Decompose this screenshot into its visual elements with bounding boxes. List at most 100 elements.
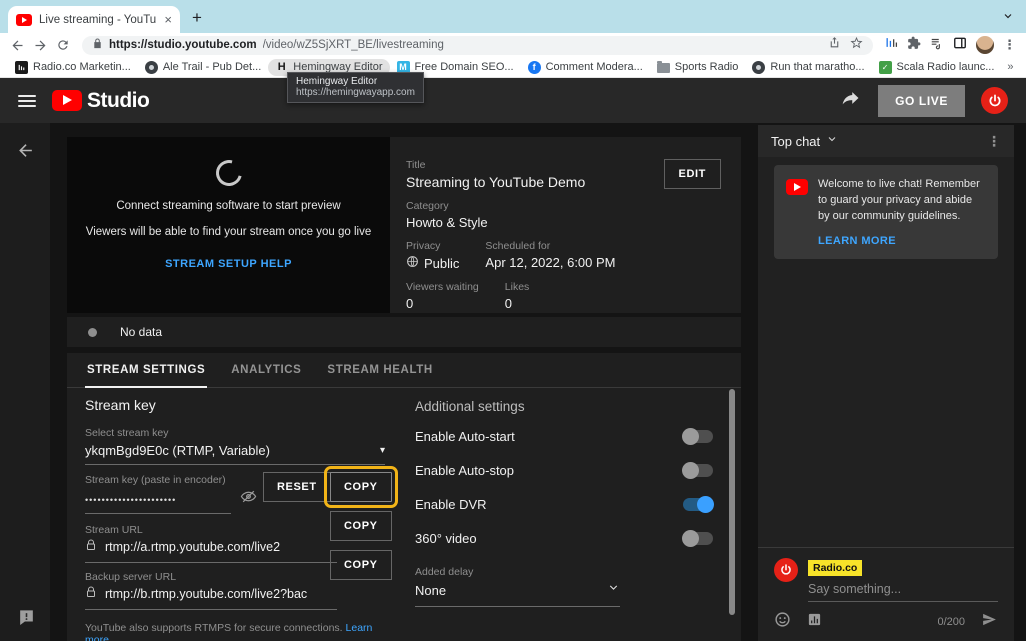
browser-window: Live streaming - YouTube Stud × + https:… bbox=[0, 0, 1026, 641]
chevron-down-icon bbox=[607, 581, 620, 599]
browser-toolbar: https://studio.youtube.com /video/wZ5SjX… bbox=[0, 33, 1026, 57]
bookmark-scala-radio[interactable]: ✓ Scala Radio launc... bbox=[872, 59, 1002, 76]
bookmark-comment-moderation[interactable]: f Comment Modera... bbox=[521, 59, 650, 76]
stream-url-field[interactable]: rtmp://a.rtmp.youtube.com/live2 bbox=[85, 538, 337, 563]
tab-stream-settings[interactable]: STREAM SETTINGS bbox=[85, 353, 207, 387]
chevron-down-icon[interactable] bbox=[826, 132, 838, 150]
share-page-icon[interactable] bbox=[828, 36, 841, 54]
scheduled-label: Scheduled for bbox=[485, 240, 615, 252]
viewers-label: Viewers waiting bbox=[406, 281, 479, 293]
tab-close-icon[interactable]: × bbox=[164, 13, 172, 26]
live-chat-panel: Top chat ⋮ Welcome to live chat! Remembe… bbox=[758, 125, 1014, 641]
additional-settings-heading: Additional settings bbox=[415, 399, 713, 414]
hamburger-menu-icon[interactable] bbox=[18, 95, 36, 107]
browser-menu-icon[interactable]: ⋮ bbox=[1003, 37, 1016, 53]
video-360-row: 360° video bbox=[415, 528, 713, 548]
tab-stream-health[interactable]: STREAM HEALTH bbox=[325, 353, 434, 387]
tooltip-title: Hemingway Editor bbox=[296, 76, 415, 87]
category-label: Category bbox=[406, 200, 721, 212]
feedback-button[interactable] bbox=[17, 608, 36, 632]
stream-setup-help-link[interactable]: STREAM SETUP HELP bbox=[165, 258, 292, 270]
metrics-status-bar: No data bbox=[67, 317, 741, 347]
privacy-globe-icon bbox=[406, 255, 419, 271]
preview-submessage: Viewers will be able to find your stream… bbox=[86, 226, 372, 238]
bookmark-ale-trail[interactable]: Ale Trail - Pub Det... bbox=[138, 59, 268, 76]
bookmarks-overflow-icon[interactable]: » bbox=[1001, 61, 1019, 73]
tab-analytics[interactable]: ANALYTICS bbox=[229, 353, 303, 387]
likes-count: 0 bbox=[505, 296, 530, 311]
added-delay-dropdown[interactable]: None bbox=[415, 581, 620, 607]
emoji-icon[interactable] bbox=[774, 611, 791, 633]
poll-icon[interactable] bbox=[807, 612, 822, 632]
settings-scrollbar[interactable] bbox=[729, 389, 735, 615]
stream-dashboard: Connect streaming software to start prev… bbox=[67, 137, 741, 641]
reset-button[interactable]: RESET bbox=[263, 472, 331, 502]
chat-header: Top chat ⋮ bbox=[758, 125, 1014, 157]
sidebar-extension-icon[interactable] bbox=[953, 36, 967, 55]
copy-backup-url-button[interactable]: COPY bbox=[330, 550, 392, 580]
browser-tab[interactable]: Live streaming - YouTube Stud × bbox=[8, 6, 180, 33]
added-delay-label: Added delay bbox=[415, 566, 713, 578]
chat-input-area: Radio.co Say something... 0/200 bbox=[758, 547, 1014, 641]
eye-off-icon[interactable] bbox=[240, 488, 257, 510]
extension-bars-icon[interactable] bbox=[885, 36, 898, 54]
copy-stream-url-button[interactable]: COPY bbox=[330, 511, 392, 541]
privacy-block: Privacy Public bbox=[406, 240, 459, 271]
forward-button[interactable] bbox=[33, 38, 48, 53]
ale-trail-favicon-icon bbox=[145, 61, 158, 74]
back-button[interactable] bbox=[10, 38, 25, 53]
bookmark-radio-co-marketing[interactable]: Radio.co Marketin... bbox=[8, 59, 138, 76]
bookmark-star-icon[interactable] bbox=[850, 36, 863, 54]
copy-stream-key-button[interactable]: COPY bbox=[330, 472, 392, 502]
url-bar[interactable]: https://studio.youtube.com /video/wZ5SjX… bbox=[82, 36, 873, 55]
bookmark-sports-radio-folder[interactable]: Sports Radio bbox=[650, 59, 746, 75]
select-stream-key-dropdown[interactable]: ykqmBgd9E0c (RTMP, Variable) ▾ bbox=[85, 443, 385, 465]
bookmark-run-that-marathon[interactable]: Run that maratho... bbox=[745, 59, 871, 76]
scheduled-value: Apr 12, 2022, 6:00 PM bbox=[485, 255, 615, 270]
backup-url-value: rtmp://b.rtmp.youtube.com/live2?bac bbox=[105, 587, 307, 601]
brand-text: Studio bbox=[87, 89, 149, 113]
back-arrow-button[interactable] bbox=[16, 141, 35, 165]
tab-search-chevron-icon[interactable] bbox=[1002, 9, 1014, 27]
lock-icon bbox=[85, 538, 97, 556]
share-stream-icon[interactable] bbox=[840, 88, 862, 113]
status-dot-icon bbox=[88, 328, 97, 337]
preview-message: Connect streaming software to start prev… bbox=[116, 200, 340, 212]
go-live-button[interactable]: GO LIVE bbox=[878, 85, 965, 117]
chat-message-input[interactable]: Say something... bbox=[808, 582, 998, 602]
dvr-toggle[interactable] bbox=[683, 498, 713, 511]
reload-button[interactable] bbox=[56, 38, 70, 52]
channel-avatar[interactable] bbox=[981, 87, 1008, 114]
video-360-toggle[interactable] bbox=[683, 532, 713, 545]
youtube-logo-icon bbox=[786, 179, 808, 195]
send-icon[interactable] bbox=[981, 611, 998, 633]
studio-header: Studio GO LIVE bbox=[0, 78, 1026, 123]
stream-key-field[interactable]: •••••••••••••••••••••• bbox=[85, 490, 231, 514]
loading-spinner-icon bbox=[211, 155, 247, 191]
viewers-count: 0 bbox=[406, 296, 479, 311]
auto-start-toggle[interactable] bbox=[683, 430, 713, 443]
stream-url-value: rtmp://a.rtmp.youtube.com/live2 bbox=[105, 540, 280, 554]
likes-label: Likes bbox=[505, 281, 530, 293]
browser-profile-avatar[interactable] bbox=[976, 36, 994, 54]
marathon-favicon-icon bbox=[752, 61, 765, 74]
new-tab-button[interactable]: + bbox=[192, 8, 202, 28]
studio-logo[interactable]: Studio bbox=[52, 89, 149, 113]
dvr-row: Enable DVR bbox=[415, 494, 713, 514]
stream-key-name: ykqmBgd9E0c (RTMP, Variable) bbox=[85, 443, 380, 458]
chat-welcome-card: Welcome to live chat! Remember to guard … bbox=[774, 165, 998, 259]
playlist-extension-icon[interactable] bbox=[930, 36, 944, 55]
auto-stop-row: Enable Auto-stop bbox=[415, 460, 713, 480]
auto-stop-toggle[interactable] bbox=[683, 464, 713, 477]
top-chat-dropdown[interactable]: Top chat bbox=[771, 134, 820, 149]
chat-learn-more-link[interactable]: LEARN MORE bbox=[818, 235, 986, 247]
select-stream-key-label: Select stream key bbox=[85, 427, 385, 439]
backup-url-field[interactable]: rtmp://b.rtmp.youtube.com/live2?bac bbox=[85, 585, 337, 610]
stream-details-panel: Title Streaming to YouTube Demo EDIT Cat… bbox=[390, 137, 741, 313]
extensions-puzzle-icon[interactable] bbox=[907, 36, 921, 55]
category-value: Howto & Style bbox=[406, 215, 721, 230]
edit-button[interactable]: EDIT bbox=[664, 159, 721, 189]
bookmarks-bar: Radio.co Marketin... Ale Trail - Pub Det… bbox=[0, 57, 1026, 78]
chat-menu-icon[interactable]: ⋮ bbox=[987, 133, 1001, 150]
added-delay-value: None bbox=[415, 583, 446, 598]
